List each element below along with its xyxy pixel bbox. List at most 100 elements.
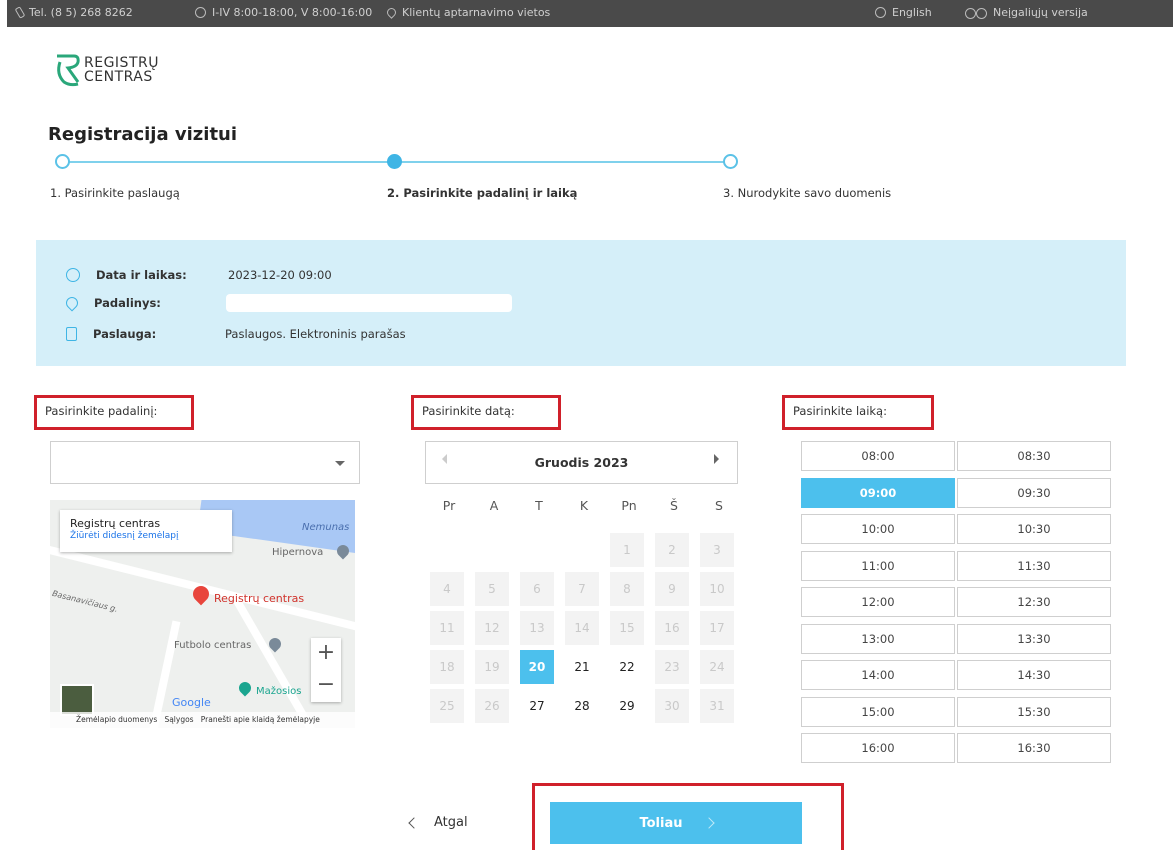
calendar-day: 23	[655, 650, 689, 684]
locations-text: Klientų aptarnavimo vietos	[402, 6, 551, 19]
calendar-day: 9	[655, 572, 689, 606]
map-label-nemunas: Nemunas	[302, 522, 350, 533]
location-pin-icon	[385, 6, 398, 19]
registru-centras-logo-icon	[57, 54, 80, 87]
glasses-icon	[965, 8, 987, 19]
map-info-title: Registrų centras	[70, 517, 161, 530]
step-1-dot[interactable]	[55, 154, 70, 169]
map-report-link[interactable]: Pranešti apie klaidą žemėlapyje	[201, 715, 320, 724]
next-button[interactable]: Toliau	[550, 802, 802, 844]
calendar-day[interactable]: 27	[520, 689, 554, 723]
logo-text: REGISTRŲ CENTRAS	[84, 56, 159, 84]
map-data-link[interactable]: Žemėlapio duomenys	[76, 715, 157, 724]
calendar-day: 18	[430, 650, 464, 684]
time-slot[interactable]: 14:00	[801, 660, 955, 690]
calendar-day: 5	[475, 572, 509, 606]
logo-line-1: REGISTRŲ	[84, 55, 159, 71]
clock-icon	[66, 268, 80, 282]
calendar-day: 31	[700, 689, 734, 723]
calendar-day[interactable]: 21	[565, 650, 599, 684]
time-slot[interactable]: 08:30	[957, 441, 1111, 471]
phone-text: Tel. (8 5) 268 8262	[29, 6, 133, 19]
next-label: Toliau	[639, 815, 683, 831]
time-slot[interactable]: 16:00	[801, 733, 955, 763]
logo[interactable]: REGISTRŲ CENTRAS	[54, 52, 159, 88]
summary-datetime-value: 2023-12-20 09:00	[228, 268, 332, 282]
calendar-day: 3	[700, 533, 734, 567]
accessibility-link[interactable]: Neįgaliųjų versija	[965, 6, 1088, 19]
calendar-day: 7	[565, 572, 599, 606]
google-logo: Google	[172, 696, 211, 709]
phone-item[interactable]: Tel. (8 5) 268 8262	[14, 6, 133, 19]
time-slot[interactable]: 13:30	[957, 623, 1111, 654]
language-link[interactable]: English	[875, 6, 932, 19]
time-slot[interactable]: 09:30	[957, 477, 1111, 508]
summary-service-row: Paslauga: Paslaugos. Elektroninis paraša…	[66, 327, 406, 341]
calendar-day-selected[interactable]: 20	[520, 650, 554, 684]
zoom-out-button[interactable]: −	[311, 670, 341, 702]
calendar-day[interactable]: 22	[610, 650, 644, 684]
language-text: English	[892, 6, 932, 19]
calendar-day: 11	[430, 611, 464, 645]
location-pin-icon	[63, 294, 81, 312]
weekday-header: Pr	[442, 498, 456, 513]
locations-link[interactable]: Klientų aptarnavimo vietos	[385, 6, 551, 19]
time-slot[interactable]: 10:00	[801, 514, 955, 544]
time-slot[interactable]: 14:30	[957, 660, 1111, 690]
document-icon	[66, 327, 77, 341]
hours-item: I-IV 8:00-18:00, V 8:00-16:00	[195, 6, 372, 19]
logo-line-2: CENTRAS	[84, 69, 153, 85]
branch-map[interactable]: Nemunas Hipernova J. Basanavičiaus g. Re…	[50, 500, 355, 728]
next-month-icon[interactable]	[714, 454, 719, 464]
map-label-registru-centras: Registrų centras	[214, 592, 305, 605]
calendar-month: Gruodis 2023	[534, 455, 629, 470]
time-slot[interactable]: 11:00	[801, 550, 955, 581]
summary-service-label: Paslauga:	[93, 327, 157, 341]
chevron-right-icon	[702, 817, 715, 829]
step-2-dot[interactable]	[387, 154, 402, 169]
phone-icon	[14, 6, 26, 19]
time-slot[interactable]: 15:00	[801, 696, 955, 727]
step-2-label: 2. Pasirinkite padalinį ir laiką	[387, 186, 578, 200]
map-label-street: J. Basanavičiaus g.	[50, 587, 119, 614]
calendar-day: 10	[700, 572, 734, 606]
time-slot[interactable]: 16:30	[957, 733, 1111, 763]
summary-branch-label: Padalinys:	[94, 296, 161, 310]
time-slot[interactable]: 12:00	[801, 587, 955, 617]
summary-branch-row: Padalinys:	[63, 294, 512, 312]
map-larger-link[interactable]: Žiūrėti didesnį žemėlapį	[70, 531, 222, 541]
calendar-day: 26	[475, 689, 509, 723]
weekday-header: Š	[670, 498, 678, 513]
calendar-day: 30	[655, 689, 689, 723]
calendar-day: 2	[655, 533, 689, 567]
calendar-day[interactable]: 28	[565, 689, 599, 723]
calendar-day: 17	[700, 611, 734, 645]
zoom-in-button[interactable]: +	[311, 638, 341, 670]
calendar-day[interactable]: 29	[610, 689, 644, 723]
calendar-day: 4	[430, 572, 464, 606]
map-info-box: Registrų centras Žiūrėti didesnį žemėlap…	[60, 510, 232, 552]
map-label-mazosios: Mažosios	[256, 686, 302, 697]
time-slot-selected[interactable]: 09:00	[801, 477, 955, 508]
clock-icon	[195, 7, 206, 18]
map-terms-link[interactable]: Sąlygos	[164, 715, 193, 724]
step-3-label: 3. Nurodykite savo duomenis	[723, 186, 892, 200]
mazosios-pin-icon[interactable]	[236, 679, 254, 697]
accessibility-text: Neįgaliųjų versija	[993, 6, 1088, 19]
branch-select[interactable]	[50, 441, 360, 484]
step-3-dot	[723, 154, 738, 169]
weekday-header: A	[489, 498, 499, 513]
calendar-day: 8	[610, 572, 644, 606]
time-slot[interactable]: 11:30	[957, 550, 1111, 581]
step-1-label[interactable]: 1. Pasirinkite paslaugą	[50, 186, 180, 200]
map-zoom-control: + −	[311, 638, 341, 702]
back-button[interactable]: Atgal	[408, 815, 468, 830]
top-bar: Tel. (8 5) 268 8262 I-IV 8:00-18:00, V 8…	[7, 0, 1173, 27]
time-slot[interactable]: 08:00	[801, 441, 955, 471]
hours-text: I-IV 8:00-18:00, V 8:00-16:00	[212, 6, 373, 19]
calendar-header: Gruodis 2023	[425, 441, 738, 484]
time-slot[interactable]: 12:30	[957, 587, 1111, 617]
time-slot[interactable]: 10:30	[957, 514, 1111, 544]
time-slot[interactable]: 15:30	[957, 696, 1111, 727]
time-slot[interactable]: 13:00	[801, 623, 955, 654]
